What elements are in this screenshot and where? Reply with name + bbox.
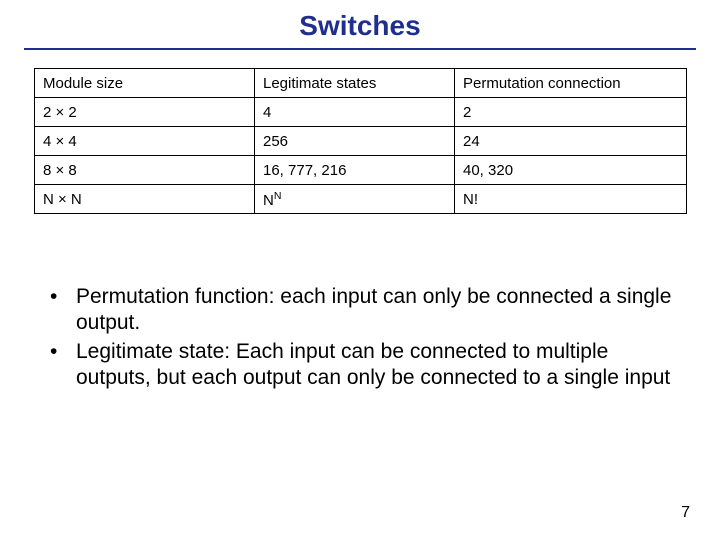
cell-legit-states: 256 (255, 127, 455, 156)
bullet-text: Permutation function: each input can onl… (76, 284, 680, 337)
cell-legit-states: NN (255, 185, 455, 214)
slide: Switches Module size Legitimate states P… (0, 0, 720, 540)
bullet-dot: • (50, 284, 76, 337)
cell-module-size: 8 × 8 (35, 156, 255, 185)
bullet-list: • Permutation function: each input can o… (50, 284, 680, 391)
cell-legit-states: 16, 777, 216 (255, 156, 455, 185)
table-row: 2 × 2 4 2 (35, 98, 687, 127)
header-permutation-connection: Permutation connection (455, 69, 687, 98)
cell-perm-conn: N! (455, 185, 687, 214)
table-row: N × N NN N! (35, 185, 687, 214)
bullet-text: Legitimate state: Each input can be conn… (76, 339, 680, 392)
cell-module-size: 2 × 2 (35, 98, 255, 127)
list-item: • Legitimate state: Each input can be co… (50, 339, 680, 392)
header-legitimate-states: Legitimate states (255, 69, 455, 98)
page-title: Switches (0, 0, 720, 48)
table-row: Module size Legitimate states Permutatio… (35, 69, 687, 98)
cell-module-size: N × N (35, 185, 255, 214)
cell-perm-conn: 2 (455, 98, 687, 127)
title-rule (24, 48, 696, 50)
cell-legit-states: 4 (255, 98, 455, 127)
nn-base: N (263, 192, 274, 209)
switches-table: Module size Legitimate states Permutatio… (34, 68, 687, 214)
table-row: 4 × 4 256 24 (35, 127, 687, 156)
page-number: 7 (681, 504, 690, 522)
nn-exp: N (274, 190, 282, 202)
list-item: • Permutation function: each input can o… (50, 284, 680, 337)
cell-perm-conn: 40, 320 (455, 156, 687, 185)
bullet-dot: • (50, 339, 76, 392)
table-row: 8 × 8 16, 777, 216 40, 320 (35, 156, 687, 185)
cell-module-size: 4 × 4 (35, 127, 255, 156)
header-module-size: Module size (35, 69, 255, 98)
cell-perm-conn: 24 (455, 127, 687, 156)
